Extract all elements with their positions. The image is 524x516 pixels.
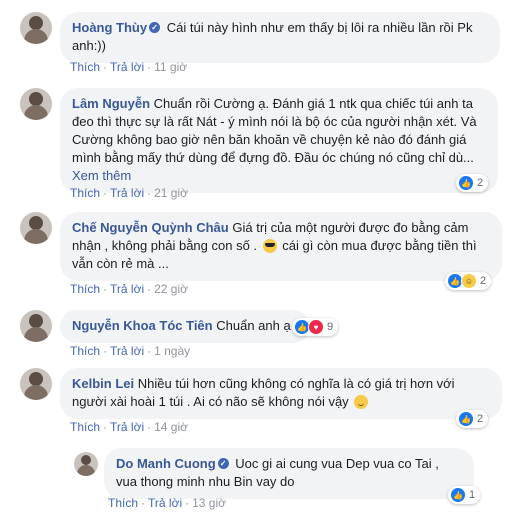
comment-time[interactable]: 14 giờ xyxy=(154,420,188,434)
commenter-name[interactable]: Chế Nguyễn Quỳnh Châu xyxy=(72,220,229,235)
reaction-summary[interactable]: 👍 ♥ 9 xyxy=(292,318,339,336)
reaction-summary[interactable]: 👍 ☺ 2 xyxy=(445,272,492,290)
reply-button[interactable]: Trả lời xyxy=(110,420,144,434)
comment-bubble: Hoàng Thùy ✓ Cái túi này hình như em thấy… xyxy=(60,12,500,63)
see-more-link[interactable]: Xem thêm xyxy=(72,168,131,183)
reply-button[interactable]: Trả lời xyxy=(110,282,144,296)
reply-button[interactable]: Trả lời xyxy=(110,60,144,74)
comment-time[interactable]: 11 giờ xyxy=(154,60,187,74)
reaction-summary[interactable]: 👍 2 xyxy=(456,410,489,428)
comment-time[interactable]: 1 ngày xyxy=(154,344,190,358)
comment-bubble: Lâm Nguyễn Chuẩn rồi Cường ạ. Đánh giá 1… xyxy=(60,88,498,193)
avatar[interactable] xyxy=(20,310,52,342)
avatar[interactable] xyxy=(20,88,52,120)
commenter-name[interactable]: Hoàng Thùy xyxy=(72,20,147,35)
comment-time[interactable]: 13 giờ xyxy=(192,496,226,510)
like-button[interactable]: Thích xyxy=(70,282,100,296)
reaction-count: 1 xyxy=(469,489,476,501)
haha-reaction-icon: ☺ xyxy=(461,273,477,289)
love-reaction-icon: ♥ xyxy=(308,319,324,335)
verified-badge-icon: ✓ xyxy=(149,22,161,34)
reaction-count: 9 xyxy=(327,321,334,333)
commenter-name[interactable]: Lâm Nguyễn xyxy=(72,96,150,111)
reaction-summary[interactable]: 👍 2 xyxy=(456,174,489,192)
like-reaction-icon: 👍 xyxy=(458,175,474,191)
comment-bubble: Chế Nguyễn Quỳnh Châu Giá trị của một ng… xyxy=(60,212,502,281)
comment-actions: Thích · Trả lời · 11 giờ xyxy=(70,60,188,74)
comment-text: Chuẩn anh ạ xyxy=(216,318,291,333)
comment-bubble: Do Manh Cuong ✓ Uoc gi ai cung vua Dep vu… xyxy=(104,448,474,499)
avatar[interactable] xyxy=(20,212,52,244)
commenter-name[interactable]: Kelbin Lei xyxy=(72,376,134,391)
like-button[interactable]: Thích xyxy=(70,420,100,434)
smile-emoji-icon xyxy=(354,394,369,409)
comment-actions: Thích · Trả lời · 1 ngày xyxy=(70,344,191,358)
comment-actions: Thích · Trả lời · 14 giờ xyxy=(70,420,188,434)
like-button[interactable]: Thích xyxy=(108,496,138,510)
commenter-name[interactable]: Do Manh Cuong xyxy=(116,456,216,471)
reply-button[interactable]: Trả lời xyxy=(110,186,144,200)
like-button[interactable]: Thích xyxy=(70,60,100,74)
comment-actions: Thích · Trả lời · 21 giờ xyxy=(70,186,188,200)
avatar[interactable] xyxy=(20,368,52,400)
like-button[interactable]: Thích xyxy=(70,186,100,200)
avatar[interactable] xyxy=(74,452,98,476)
reaction-summary[interactable]: 👍 1 xyxy=(448,486,481,504)
reaction-count: 2 xyxy=(477,413,484,425)
comment-time[interactable]: 21 giờ xyxy=(154,186,188,200)
like-button[interactable]: Thích xyxy=(70,344,100,358)
comment-bubble: Nguyễn Khoa Tóc Tiên Chuẩn anh ạ xyxy=(60,310,310,343)
comment-actions: Thích · Trả lời · 22 giờ xyxy=(70,282,188,296)
sunglasses-emoji-icon xyxy=(262,238,277,253)
commenter-name[interactable]: Nguyễn Khoa Tóc Tiên xyxy=(72,318,213,333)
like-reaction-icon: 👍 xyxy=(450,487,466,503)
reaction-count: 2 xyxy=(477,177,484,189)
verified-badge-icon: ✓ xyxy=(217,458,229,470)
comment-actions: Thích · Trả lời · 13 giờ xyxy=(108,496,226,510)
reaction-count: 2 xyxy=(480,275,487,287)
avatar[interactable] xyxy=(20,12,52,44)
reply-button[interactable]: Trả lời xyxy=(148,496,182,510)
like-reaction-icon: 👍 xyxy=(458,411,474,427)
comment-bubble: Kelbin Lei Nhiều túi hơn cũng không có n… xyxy=(60,368,502,419)
comment-time[interactable]: 22 giờ xyxy=(154,282,188,296)
reply-button[interactable]: Trả lời xyxy=(110,344,144,358)
